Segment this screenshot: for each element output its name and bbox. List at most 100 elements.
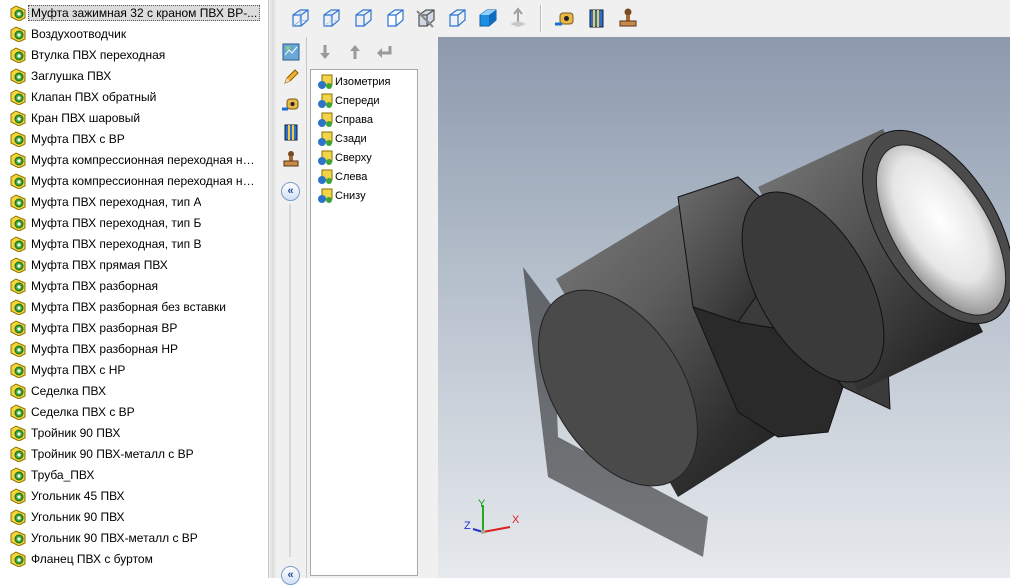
view-item-label: Сзади (335, 133, 367, 145)
view-icon (317, 150, 333, 166)
list-item[interactable]: Заглушка ПВХ (0, 65, 268, 86)
list-item-label: Муфта ПВХ прямая ПВХ (31, 257, 168, 272)
list-item[interactable]: Муфта ПВХ разборная без вставки (0, 296, 268, 317)
arrow-up-icon[interactable] (345, 42, 365, 62)
pencil-icon[interactable] (279, 65, 303, 89)
list-item-label: Тройник 90 ПВХ-металл с ВР (31, 446, 194, 461)
collapse-left-bottom-icon[interactable]: « (281, 566, 300, 585)
part-file-icon (10, 25, 26, 43)
stamp-icon[interactable] (616, 6, 640, 30)
arrow-down-icon[interactable] (315, 42, 335, 62)
list-item[interactable]: Угольник 45 ПВХ (0, 485, 268, 506)
material-icon[interactable] (585, 6, 609, 30)
view-item[interactable]: Слева (317, 168, 367, 186)
list-item-label: Муфта компрессионная переходная на... (31, 173, 259, 188)
3d-viewport[interactable]: Y X Z (438, 37, 1010, 578)
view-item[interactable]: Спереди (317, 92, 380, 110)
measure-tape-icon[interactable] (553, 6, 577, 30)
part-file-icon (10, 4, 26, 22)
view-cube-front-icon[interactable] (382, 6, 406, 30)
list-item[interactable]: Клапан ПВХ обратный (0, 86, 268, 107)
view-item-label: Снизу (335, 190, 366, 202)
list-item[interactable]: Муфта компрессионная переходная на... (0, 170, 268, 191)
list-item[interactable]: Угольник 90 ПВХ-металл с ВР (0, 527, 268, 548)
part-file-icon (10, 550, 26, 568)
list-item[interactable]: Тройник 90 ПВХ-металл с ВР (0, 443, 268, 464)
part-file-icon (10, 109, 26, 127)
view-cube-shaded-icon[interactable] (475, 6, 499, 30)
list-item[interactable]: Труба_ПВХ (0, 464, 268, 485)
list-item[interactable]: Муфта ПВХ с НР (0, 359, 268, 380)
list-item[interactable]: Муфта зажимная 32 с краном ПВХ ВР-... (0, 2, 268, 23)
triad-y-label: Y (478, 498, 486, 510)
view-cube-section-icon[interactable] (413, 6, 437, 30)
fitting-model: Y X Z (464, 129, 1010, 557)
list-item-label: Угольник 90 ПВХ (31, 509, 125, 524)
view-icon (317, 188, 333, 204)
normal-to-icon[interactable] (506, 6, 530, 30)
list-item-label: Муфта ПВХ переходная, тип А (31, 194, 202, 209)
view-cube-edges-icon[interactable] (350, 6, 374, 30)
stamp-icon[interactable] (279, 147, 303, 171)
part-file-icon (10, 340, 26, 358)
view-item[interactable]: Сверху (317, 149, 372, 167)
part-file-icon (10, 466, 26, 484)
view-item-label: Сверху (335, 152, 372, 164)
view-item[interactable]: Сзади (317, 130, 367, 148)
list-item[interactable]: Муфта ПВХ переходная, тип Б (0, 212, 268, 233)
list-item[interactable]: Седелка ПВХ с ВР (0, 401, 268, 422)
part-file-icon (10, 529, 26, 547)
list-item-label: Муфта ПВХ разборная НР (31, 341, 179, 356)
list-item-label: Муфта ПВХ разборная без вставки (31, 299, 226, 314)
view-item-label: Справа (335, 114, 373, 126)
view-item-label: Спереди (335, 95, 380, 107)
part-file-icon (10, 298, 26, 316)
view-icon (317, 169, 333, 185)
list-item[interactable]: Тройник 90 ПВХ (0, 422, 268, 443)
list-item[interactable]: Муфта ПВХ разборная ВР (0, 317, 268, 338)
side-tool-column: « « (276, 37, 307, 585)
undo-arrow-icon[interactable] (374, 42, 394, 62)
list-item-label: Клапан ПВХ обратный (31, 89, 157, 104)
list-item[interactable]: Муфта ПВХ разборная (0, 275, 268, 296)
part-file-icon (10, 46, 26, 64)
list-item-label: Муфта ПВХ с НР (31, 362, 126, 377)
part-file-icon (10, 487, 26, 505)
view-item[interactable]: Справа (317, 111, 373, 129)
part-file-icon (10, 67, 26, 85)
triad-z-label: Z (464, 520, 471, 532)
view-item[interactable]: Изометрия (317, 73, 391, 91)
part-file-icon (10, 130, 26, 148)
view-item[interactable]: Снизу (317, 187, 366, 205)
list-item[interactable]: Муфта ПВХ переходная, тип А (0, 191, 268, 212)
part-file-icon (10, 445, 26, 463)
view-icon (317, 74, 333, 90)
list-item[interactable]: Седелка ПВХ (0, 380, 268, 401)
list-item[interactable]: Муфта ПВХ с ВР (0, 128, 268, 149)
list-item[interactable]: Фланец ПВХ с буртом (0, 548, 268, 569)
view-cube-outline-icon[interactable] (444, 6, 468, 30)
list-item[interactable]: Муфта ПВХ прямая ПВХ (0, 254, 268, 275)
view-cube-wireframe-icon[interactable] (287, 6, 311, 30)
view-cube-hidden-lines-icon[interactable] (318, 6, 342, 30)
list-item-label: Фланец ПВХ с буртом (31, 551, 153, 566)
triad-x-label: X (512, 514, 520, 526)
list-item[interactable]: Муфта ПВХ переходная, тип В (0, 233, 268, 254)
list-item[interactable]: Воздухоотводчик (0, 23, 268, 44)
list-item-label: Муфта ПВХ с ВР (31, 131, 125, 146)
part-file-icon (10, 172, 26, 190)
part-file-icon (10, 235, 26, 253)
list-item[interactable]: Муфта компрессионная переходная на... (0, 149, 268, 170)
list-item-label: Угольник 45 ПВХ (31, 488, 125, 503)
collapse-left-icon[interactable]: « (281, 182, 300, 201)
material-icon[interactable] (279, 120, 303, 144)
measure-icon[interactable] (279, 92, 303, 116)
list-item[interactable]: Угольник 90 ПВХ (0, 506, 268, 527)
part-file-icon (10, 403, 26, 421)
list-item[interactable]: Кран ПВХ шаровый (0, 107, 268, 128)
list-item[interactable]: Втулка ПВХ переходная (0, 44, 268, 65)
view-orientation-icon[interactable] (279, 40, 303, 64)
views-panel: Изометрия Спереди Справа Сзади Сверху Слева Сн… (307, 37, 438, 578)
list-item[interactable]: Муфта ПВХ разборная НР (0, 338, 268, 359)
view-toolbar (276, 0, 1010, 38)
